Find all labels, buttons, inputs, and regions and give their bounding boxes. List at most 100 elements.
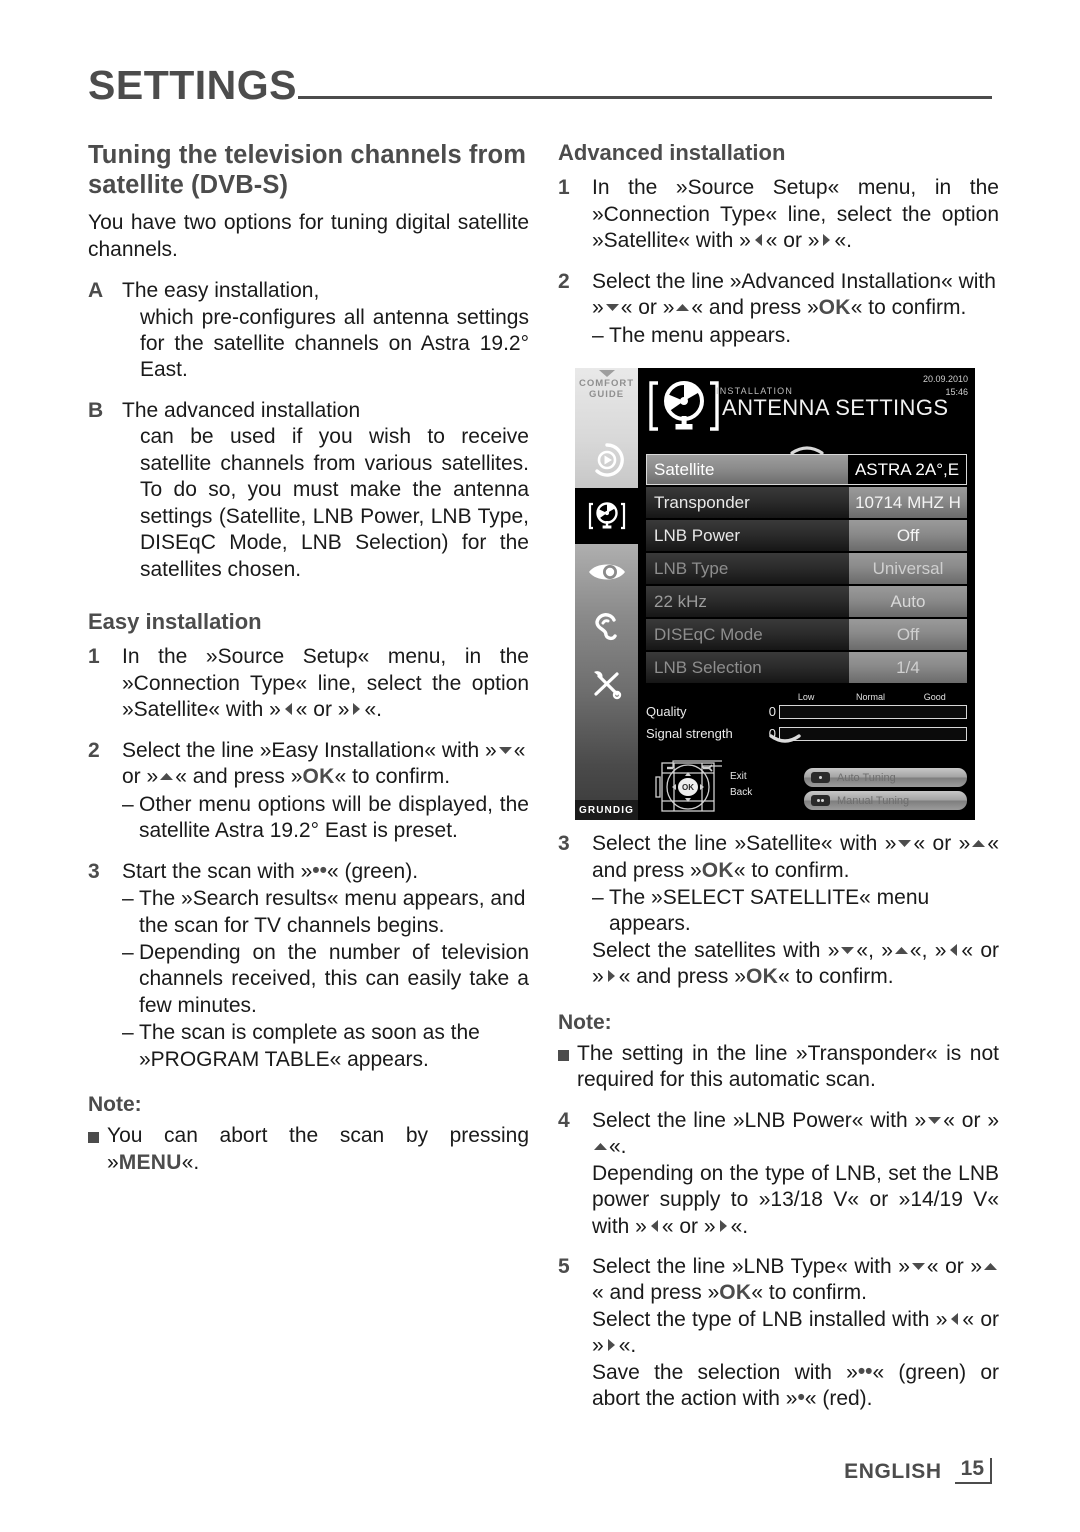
navigation-pad-diagram: OK: [650, 759, 726, 820]
green-double-dot-icon: ••: [857, 1359, 873, 1383]
arrow-right-icon: [819, 232, 834, 248]
easy-step-2-dash-1: – Other menu options will be displayed, …: [122, 792, 529, 845]
tv-datetime: 20.09.2010 15:46: [923, 373, 968, 399]
tv-row-value: 10714 MHZ H: [849, 487, 967, 518]
adv-step-2-dash-1: – The menu appears.: [592, 323, 999, 349]
adv-step-4-text-b: « or »: [943, 1108, 1000, 1132]
tv-row-transponder[interactable]: Transponder 10714 MHZ H: [646, 487, 967, 518]
adv-step-5-text-b: « or »: [926, 1255, 983, 1278]
green-double-dot-icon: ••: [312, 858, 327, 882]
arrow-up-icon: [893, 942, 910, 958]
adv-step-5-text-d: « to confirm.: [751, 1281, 867, 1305]
tv-row-label: 22 kHz: [646, 586, 849, 617]
left-column: Tuning the television channels from sate…: [88, 140, 529, 1176]
arrow-left-icon: [647, 1218, 662, 1234]
manual-tuning-button[interactable]: Manual Tuning: [804, 791, 967, 810]
easy-step-3-dash-1-text: The »Search results« menu appears, and t…: [139, 887, 526, 937]
tv-footer: OK Exit Back Auto Tuning Manual Tuning: [638, 760, 975, 820]
adv-step-3-continuation: Select the satellites with » «, » «, » « or…: [592, 938, 999, 991]
adv-step-5-cont2-text-c: « (red).: [804, 1387, 873, 1411]
tv-row-22khz[interactable]: 22 kHz Auto: [646, 586, 967, 617]
sidebar-item-media[interactable]: [575, 432, 638, 488]
meter-quality-value: 0: [768, 704, 776, 719]
arrow-down-icon: [497, 742, 514, 758]
adv-step-5: 5 Select the line »LNB Type« with » « or …: [558, 1254, 999, 1413]
adv-step-1-number: 1: [558, 176, 570, 200]
meter-quality-label: Quality: [646, 704, 687, 719]
tv-row-label: LNB Selection: [646, 652, 849, 683]
easy-step-2-text-c: « and press »: [175, 765, 303, 789]
meter-signal-bar: [779, 726, 967, 741]
tv-row-label: Satellite: [646, 454, 848, 485]
tv-row-lnb-type[interactable]: LNB Type Universal: [646, 553, 967, 584]
section-heading-tuning: Tuning the television channels from sate…: [88, 141, 526, 200]
nav-exit-label: Exit: [730, 771, 747, 782]
ok-key-label: OK: [701, 858, 734, 882]
note-bullet-icon: [558, 1041, 577, 1094]
navigation-pad-labels: Exit Back: [730, 769, 752, 800]
adv-step-4-text-c: «.: [609, 1135, 627, 1159]
tv-sidebar-rail: COMFORT GUIDE GRUNDIG: [575, 368, 638, 820]
menu-key-label: MENU: [118, 1150, 182, 1174]
dash-mark: –: [592, 886, 604, 910]
meter-scale: Low Normal Good: [774, 692, 967, 702]
sidebar-item-settings[interactable]: [575, 656, 638, 712]
arrow-left-icon: [751, 232, 766, 248]
tv-row-diseqc-mode[interactable]: DISEqC Mode Off: [646, 619, 967, 650]
adv-step-3-text-a: Select the line »Satellite« with »: [592, 832, 897, 856]
adv-step-3-cont-text-c: «, »: [909, 938, 947, 962]
easy-step-2-text-a: Select the line »Easy Installation« with…: [122, 738, 497, 762]
adv-step-2-text-b: « or »: [620, 296, 675, 320]
option-a-line2: which pre-configures all antenna setting…: [140, 305, 529, 382]
tv-row-lnb-power[interactable]: LNB Power Off: [646, 520, 967, 551]
easy-step-3-dash-3: – The scan is complete as soon as the »P…: [122, 1020, 529, 1073]
tv-date: 20.09.2010: [922, 374, 968, 384]
tv-signal-meters: Low Normal Good Quality 0 Signal strengt…: [646, 692, 967, 743]
arrow-down-icon: [896, 835, 913, 851]
option-b: B The advanced installation can be used …: [88, 398, 529, 583]
adv-step-5-cont2-text-a: Save the selection with »: [592, 1360, 858, 1384]
header-rule: [298, 96, 992, 99]
auto-tuning-button[interactable]: Auto Tuning: [804, 768, 967, 787]
meter-quality-bar: [779, 704, 967, 719]
easy-step-3-dash-1: – The »Search results« menu appears, and…: [122, 886, 529, 939]
left-note-item: You can abort the scan by pressing »MENU…: [88, 1123, 529, 1176]
sidebar-item-sound[interactable]: [575, 600, 638, 656]
adv-step-5-cont-text-c: «.: [618, 1334, 637, 1358]
adv-step-3-cont-text-e: « and press »: [618, 965, 746, 989]
meter-signal-label: Signal strength: [646, 726, 733, 741]
note-bullet-icon: [88, 1123, 107, 1176]
meter-signal-strength: Signal strength 0: [646, 725, 967, 742]
caret-up-icon: [598, 370, 615, 377]
easy-step-2-dash-1-text: Other menu options will be displayed, th…: [139, 792, 529, 843]
adv-step-2: 2 Select the line »Advanced Installation…: [558, 269, 999, 349]
dash-mark: –: [122, 792, 134, 816]
manual-page: SETTINGS Tuning the television channels …: [0, 0, 1080, 1532]
svg-text:OK: OK: [682, 783, 694, 792]
adv-step-5-text-c: « and press »: [592, 1281, 720, 1305]
adv-step-1-text-b: « or »: [765, 229, 820, 253]
right-note-title: Note:: [558, 1010, 612, 1034]
ear-icon: [592, 611, 622, 645]
sidebar-item-installation[interactable]: [575, 488, 638, 545]
dash-mark: –: [122, 940, 134, 964]
meter-scale-good: Good: [923, 692, 946, 702]
scroll-up-caret-icon: [638, 442, 975, 455]
adv-step-1-text-c: «.: [834, 229, 852, 253]
sidebar-item-picture[interactable]: [575, 544, 638, 600]
tv-row-lnb-selection[interactable]: LNB Selection 1/4: [646, 652, 967, 683]
arrow-down-icon: [910, 1258, 927, 1274]
tv-rail-title-line1: COMFORT: [578, 378, 635, 389]
easy-step-2: 2 Select the line »Easy Installation« wi…: [88, 738, 529, 845]
yellow-key-icon: [811, 795, 830, 806]
tv-row-satellite[interactable]: Satellite ASTRA 2A°,E: [646, 454, 967, 485]
tv-row-value: Universal: [849, 553, 967, 584]
option-b-line2: can be used if you wish to receive satel…: [140, 425, 529, 581]
arrow-left-icon: [946, 942, 961, 958]
footer-page-number: 15: [954, 1458, 992, 1484]
easy-step-3-number: 3: [88, 859, 100, 883]
tv-rail-title: COMFORT GUIDE: [579, 378, 634, 400]
arrow-up-icon: [674, 299, 691, 315]
auto-tuning-label: Auto Tuning: [837, 771, 896, 784]
arrow-down-icon: [839, 942, 856, 958]
